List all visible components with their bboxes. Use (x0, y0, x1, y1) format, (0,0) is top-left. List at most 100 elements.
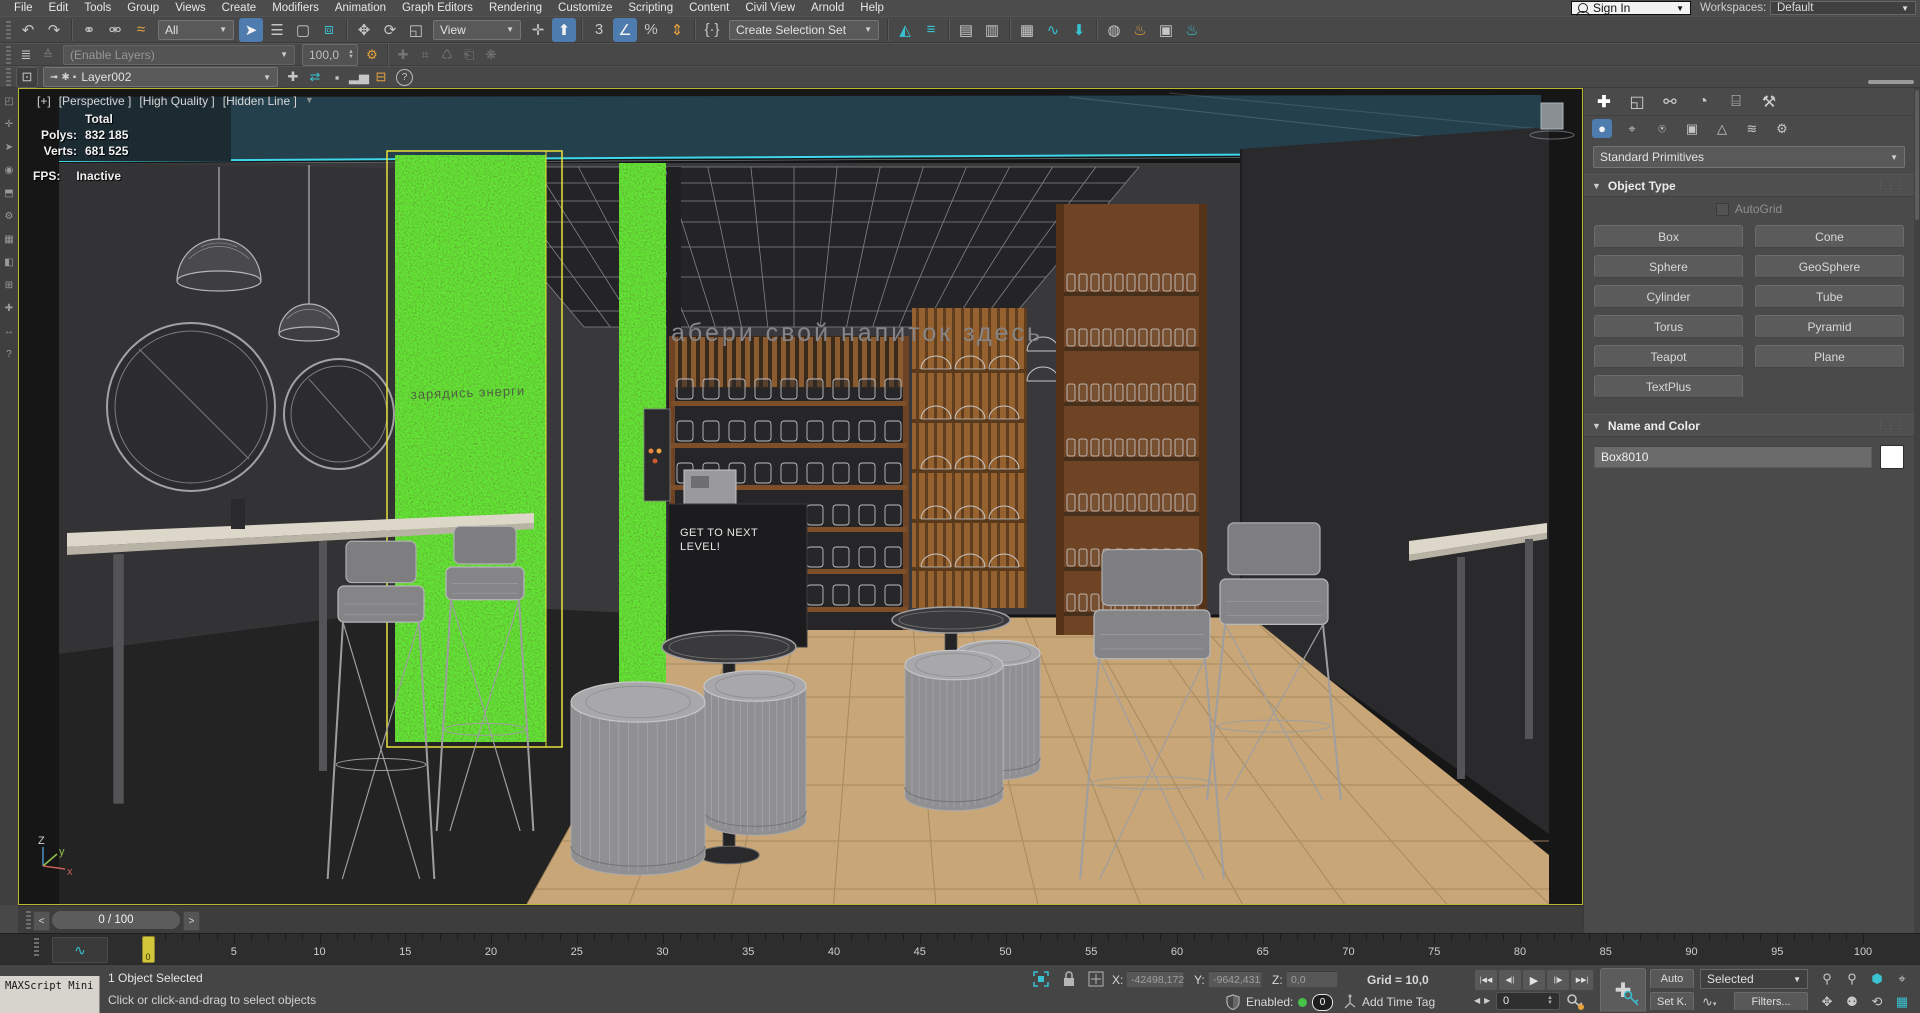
create-tab-icon[interactable]: ✚ (1594, 92, 1614, 112)
go-to-start-icon[interactable]: |◀◀ (1474, 969, 1498, 991)
selection-lock-icon[interactable] (1062, 971, 1076, 987)
manage-layer-states-icon[interactable]: ⚙ (362, 45, 382, 64)
select-objects-in-layer-icon[interactable]: ⌗ (415, 45, 435, 64)
enable-layers-dropdown[interactable]: (Enable Layers)▼ (63, 45, 295, 65)
viewport-tool-help-icon[interactable]: ? (2, 347, 16, 361)
toolbar-grip[interactable] (6, 21, 11, 39)
primitive-button[interactable]: Teapot (1594, 345, 1743, 368)
menu-item[interactable]: Modifiers (264, 2, 327, 14)
viewport-menu-plus[interactable]: [+] (37, 94, 51, 108)
reference-coordinate-dropdown[interactable]: View▼ (433, 20, 521, 40)
previous-frame-icon[interactable]: ◀|| (1498, 969, 1522, 991)
play-icon[interactable]: ▶ (1522, 969, 1546, 991)
schematic-view-icon[interactable]: ⬇ (1067, 18, 1091, 42)
unlink-selection-icon[interactable]: ⚮ (103, 18, 127, 42)
orbit-icon[interactable]: ⟲ (1866, 992, 1888, 1012)
transfer-to-layer-icon[interactable]: ⇄ (305, 68, 325, 87)
absolute-mode-transform-icon[interactable] (1088, 971, 1104, 987)
walk-through-icon[interactable]: ⚉ (1841, 992, 1863, 1012)
systems-button-icon[interactable]: ⚙ (1772, 119, 1792, 138)
menu-item[interactable]: Group (119, 2, 167, 14)
snaps-toggle-icon[interactable]: 3 (587, 18, 611, 42)
modify-tab-icon[interactable]: ◱ (1627, 92, 1647, 112)
toggle-layer-explorer-icon[interactable]: ▥ (980, 18, 1004, 42)
viewport-filter-icon[interactable]: ▼ (305, 95, 314, 108)
redo-icon[interactable]: ↷ (42, 18, 66, 42)
menu-item[interactable]: Content (681, 2, 737, 14)
primitive-button[interactable]: GeoSphere (1755, 255, 1904, 278)
isolate-selection-icon[interactable] (1033, 971, 1049, 987)
select-and-place-icon[interactable]: ⬆ (552, 18, 576, 42)
default-in-out-tangents-icon[interactable]: ∿▾ (1702, 994, 1716, 1010)
primitive-button[interactable]: Sphere (1594, 255, 1743, 278)
zoom-all-icon[interactable]: ⚲ (1841, 969, 1863, 989)
mirror-icon[interactable]: ◭ (893, 18, 917, 42)
maxscript-mini-listener[interactable]: MAXScript Mini (0, 976, 100, 1013)
viewport-layout-tab-icon[interactable]: ◰ (2, 94, 16, 108)
layer-flag-icon[interactable]: ▪ (73, 72, 77, 83)
menu-item[interactable]: Animation (327, 2, 394, 14)
create-new-layer-icon[interactable]: ≙ (38, 45, 58, 64)
layer-opacity-spinner[interactable]: 100,0 ▲▼ (302, 44, 358, 66)
add-selection-to-layer-icon[interactable]: ✚ (393, 45, 413, 64)
curve-editor-icon[interactable]: ∿ (1041, 18, 1065, 42)
toggle-scene-explorer-icon[interactable]: ▤ (954, 18, 978, 42)
sign-in-button[interactable]: Sign In ▼ (1571, 1, 1691, 15)
next-frame-button[interactable]: > (183, 911, 200, 931)
primitive-button[interactable]: Cone (1755, 225, 1904, 248)
layer-display-icon[interactable]: ▪ (327, 68, 347, 87)
spinner-arrows-icon[interactable]: ▲▼ (1547, 996, 1553, 1006)
select-and-scale-icon[interactable]: ◱ (404, 18, 428, 42)
toggle-ribbon-icon[interactable]: ▦ (1015, 18, 1039, 42)
zoom-icon[interactable]: ⚲ (1816, 969, 1838, 989)
time-configuration-icon[interactable] (1566, 992, 1586, 1011)
primitive-button[interactable]: Cylinder (1594, 285, 1743, 308)
primitive-button[interactable]: Box (1594, 225, 1743, 248)
selection-filter-dropdown[interactable]: All▼ (158, 20, 234, 40)
add-time-tag[interactable]: Add Time Tag (1362, 995, 1435, 1009)
align-icon[interactable]: ≡ (919, 18, 943, 42)
object-color-swatch[interactable] (1880, 445, 1904, 469)
select-and-move-icon[interactable]: ✥ (352, 18, 376, 42)
next-frame-icon[interactable]: ||▶ (1546, 969, 1570, 991)
render-setup-icon[interactable]: ♨ (1128, 18, 1152, 42)
space-warps-button-icon[interactable]: ≋ (1742, 119, 1762, 138)
viewport-tool-point-icon[interactable]: ◉ (2, 163, 16, 177)
spinner-arrows-icon[interactable]: ▲▼ (345, 50, 357, 60)
toggle-layer-explorer-icon[interactable]: ≣ (16, 45, 36, 64)
viewport-pov-label[interactable]: [Perspective ] (59, 94, 132, 108)
edit-named-selection-sets-icon[interactable]: {·} (700, 18, 724, 42)
geometry-button-icon[interactable]: ● (1592, 119, 1612, 138)
angle-snap-icon[interactable]: ∠ (613, 18, 637, 42)
menu-item[interactable]: Help (852, 2, 892, 14)
utilities-tab-icon[interactable]: ⚒ (1759, 92, 1779, 112)
freeze-layer-icon[interactable]: ❋ (481, 45, 501, 64)
set-key-button[interactable]: Set K. (1650, 992, 1694, 1011)
time-slider-value[interactable]: 0 / 100 (52, 911, 180, 929)
viewport-tool-select-icon[interactable]: ➤ (2, 140, 16, 154)
viewport-tool-window-icon[interactable]: ⊞ (2, 278, 16, 292)
lights-button-icon[interactable]: ⍟ (1652, 119, 1672, 138)
primitive-button[interactable]: Plane (1755, 345, 1904, 368)
viewport-tool-add-icon[interactable]: ✚ (2, 301, 16, 315)
window-crossing-icon[interactable]: ⧈ (317, 18, 341, 42)
panel-scrollbar[interactable] (1914, 88, 1920, 933)
display-tab-icon[interactable]: ⌸ (1726, 92, 1746, 112)
menu-item[interactable]: File (6, 2, 41, 14)
motion-tab-icon[interactable]: ◔ (1693, 92, 1713, 112)
menu-item[interactable]: Scripting (620, 2, 681, 14)
y-coordinate-field[interactable]: -9642,431 (1208, 971, 1262, 988)
viewport-tool-clip-icon[interactable]: ⬒ (2, 186, 16, 200)
key-count-badge[interactable]: 0 (1312, 994, 1333, 1011)
zoom-extents-all-icon[interactable]: ⬢ (1866, 969, 1888, 989)
select-and-rotate-icon[interactable]: ⟳ (378, 18, 402, 42)
previous-frame-button[interactable]: < (33, 911, 50, 931)
toolbar-grip[interactable] (6, 46, 11, 64)
render-production-icon[interactable]: ♨ (1180, 18, 1204, 42)
next-key-icon[interactable]: ▶ (1484, 996, 1490, 1005)
delete-layer-icon[interactable]: ♺ (437, 45, 457, 64)
workspace-dropdown[interactable]: Default▼ (1770, 1, 1916, 15)
menu-item[interactable]: Customize (550, 2, 620, 14)
key-filters-button[interactable]: Filters... (1734, 992, 1808, 1011)
menu-item[interactable]: Civil View (737, 2, 803, 14)
